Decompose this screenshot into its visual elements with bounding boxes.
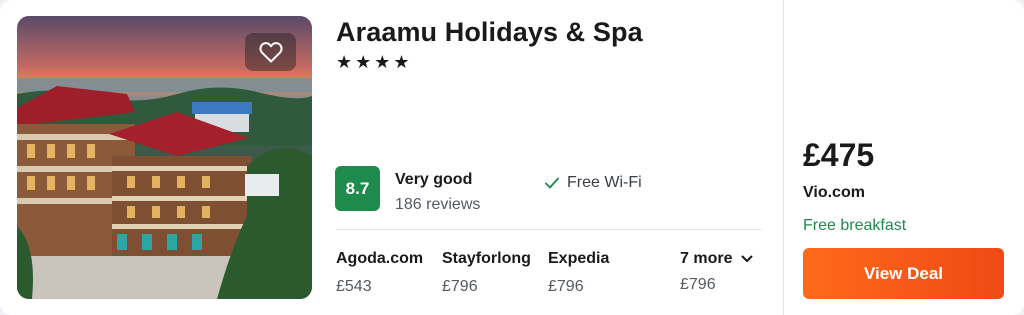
more-providers-button[interactable]: 7 more £796 <box>680 250 753 294</box>
provider-name: Agoda.com <box>336 250 424 267</box>
divider <box>336 229 762 230</box>
rating-label: Very good <box>395 171 473 188</box>
amenity-wifi: Free Wi-Fi <box>545 174 642 192</box>
heart-outline-icon <box>258 42 283 63</box>
more-providers-label: 7 more <box>680 250 733 267</box>
view-deal-button[interactable]: View Deal <box>803 248 1004 299</box>
deal-provider: Vio.com <box>803 184 865 201</box>
favorite-button[interactable] <box>245 33 296 71</box>
review-count[interactable]: 186 reviews <box>395 196 480 214</box>
deal-price: £475 <box>803 137 875 173</box>
provider-name: Expedia <box>548 250 610 267</box>
provider-price: £796 <box>442 278 478 295</box>
provider-price: £796 <box>548 278 584 295</box>
panel-divider <box>783 0 784 315</box>
provider-stayforlong[interactable]: Stayforlong £796 <box>442 250 531 296</box>
amenity-label: Free Wi-Fi <box>567 174 642 191</box>
provider-name: Stayforlong <box>442 250 531 267</box>
provider-agoda[interactable]: Agoda.com £543 <box>336 250 423 296</box>
provider-price: £543 <box>336 278 372 295</box>
provider-expedia[interactable]: Expedia £796 <box>548 250 609 296</box>
hotel-result-card: Araamu Holidays & Spa ★★★★ 8.7 Very good… <box>0 0 1024 315</box>
star-rating: ★★★★ <box>336 52 413 72</box>
check-icon <box>545 177 559 189</box>
hotel-name[interactable]: Araamu Holidays & Spa <box>336 17 643 48</box>
more-providers-price: £796 <box>680 276 716 293</box>
deal-perk: Free breakfast <box>803 217 907 234</box>
review-score-badge: 8.7 <box>335 166 380 211</box>
chevron-down-icon <box>741 255 753 262</box>
